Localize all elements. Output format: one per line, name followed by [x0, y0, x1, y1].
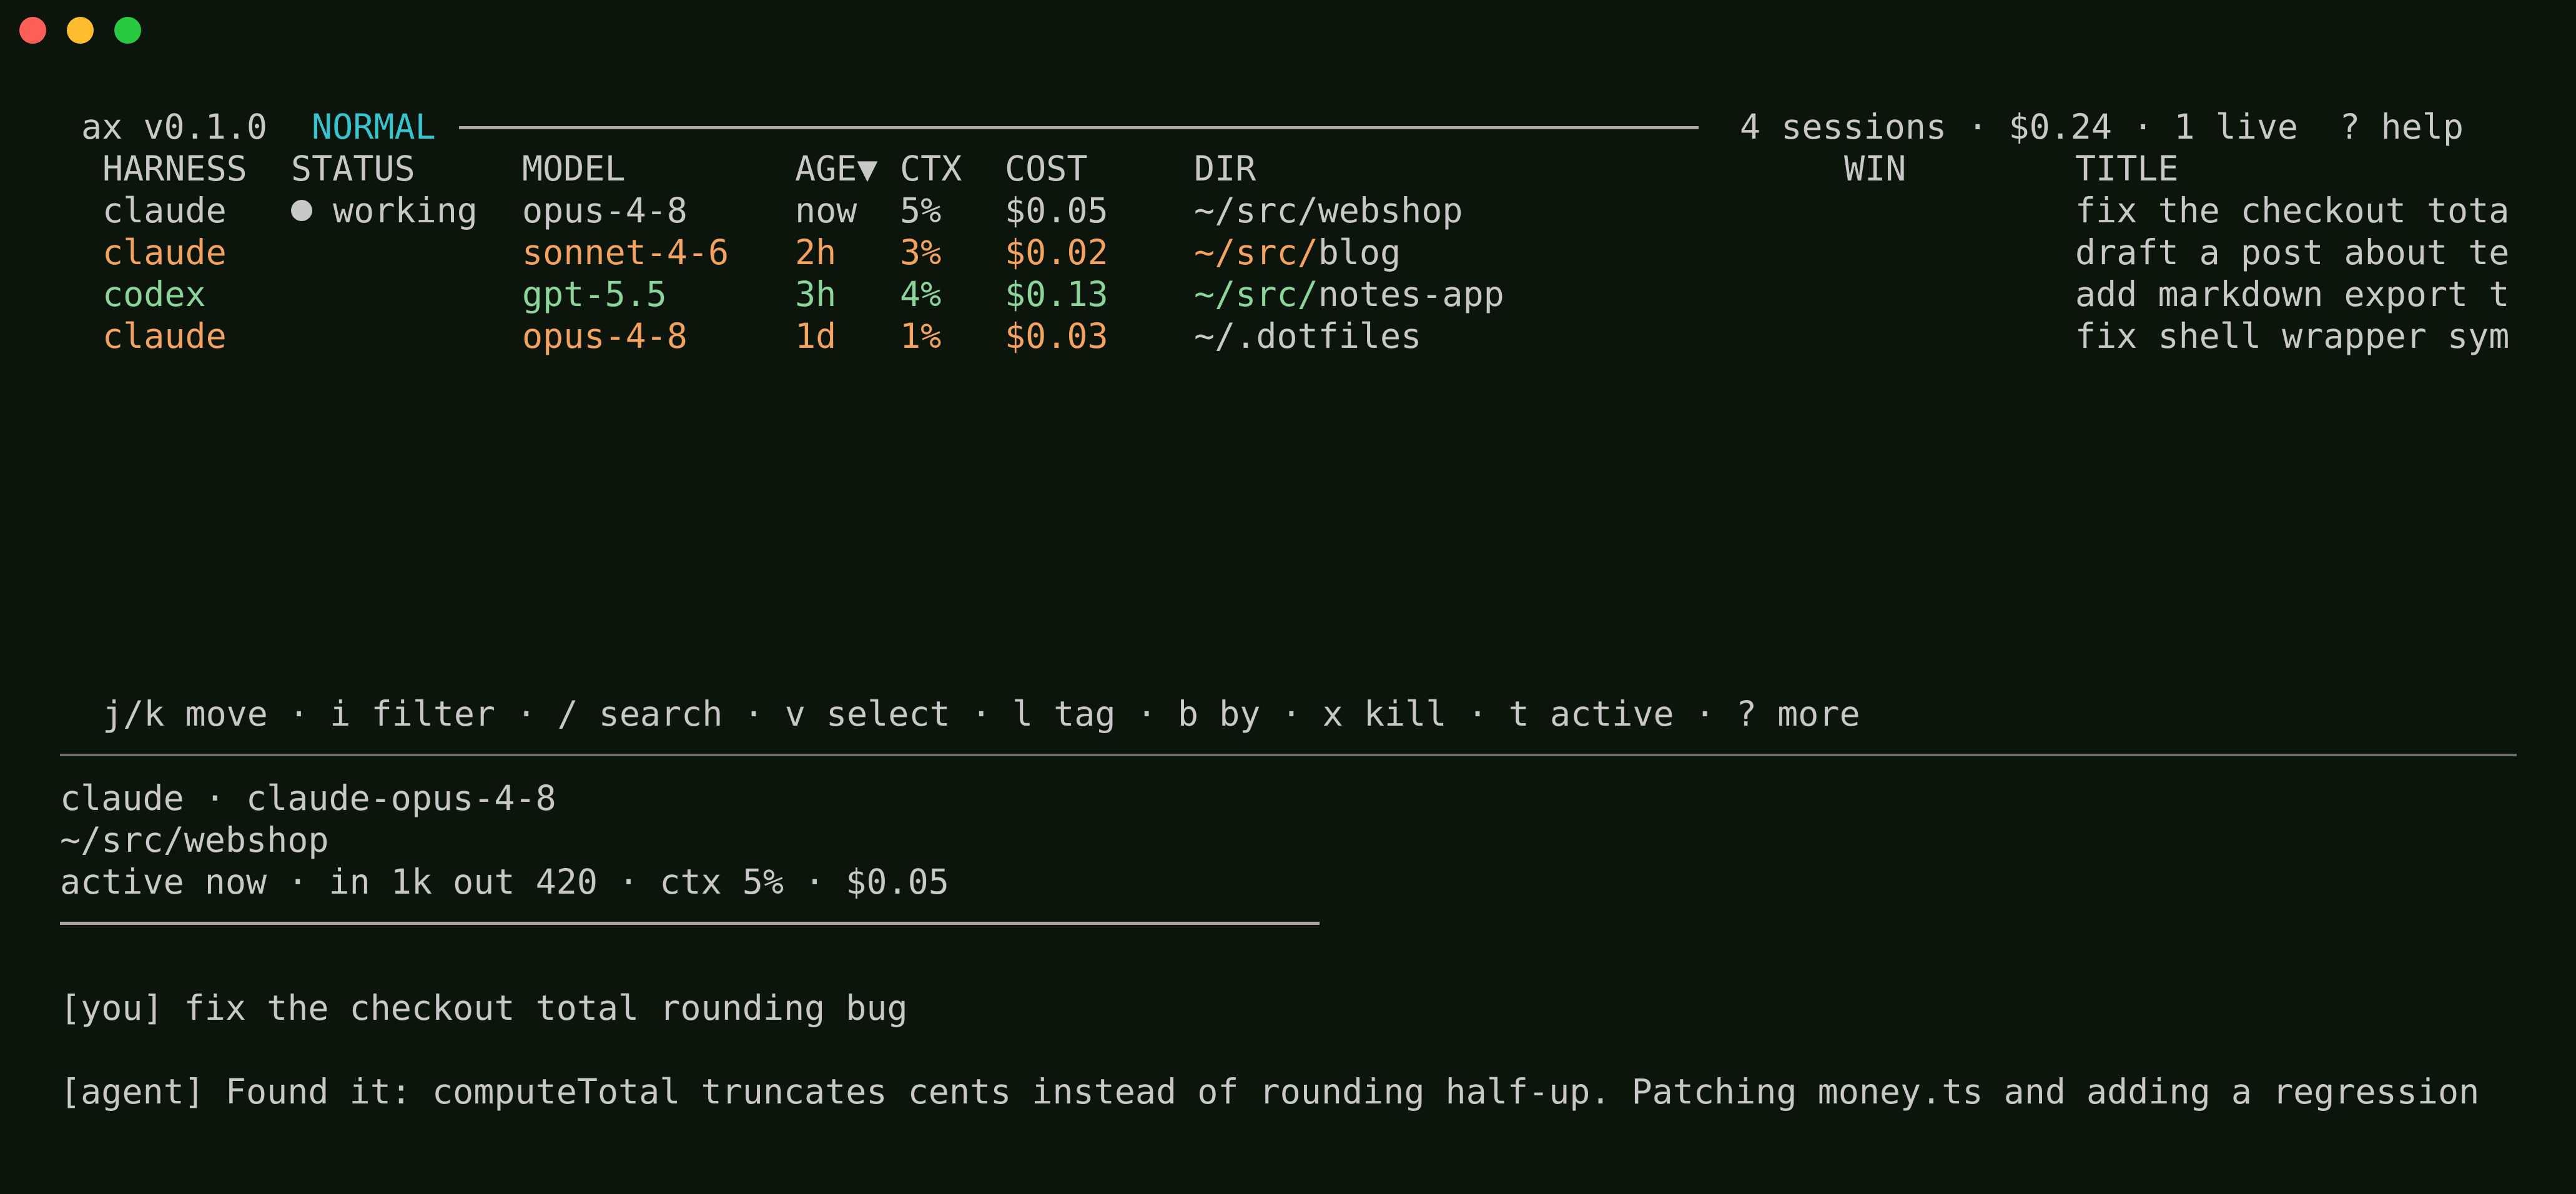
table-row[interactable]: claude sonnet-4-6 2h 3% $0.02 ~/src/blog… [0, 235, 2576, 277]
row-age: 2h [795, 232, 837, 272]
row-dir-prefix: ~/.dotfiles [1194, 316, 1422, 356]
column-win[interactable]: WIN [1844, 152, 1906, 186]
row-age: 1d [795, 316, 837, 356]
row-dir: ~/src/webshop [1194, 194, 1463, 228]
row-cost: $0.13 [1005, 274, 1108, 314]
column-cost[interactable]: COST [1005, 152, 1087, 186]
row-cost: $0.03 [1005, 316, 1108, 356]
row-status: working [291, 194, 478, 228]
close-window-button[interactable] [19, 17, 46, 44]
column-dir[interactable]: DIR [1194, 152, 1256, 186]
row-title: draft a post about te [2075, 232, 2510, 272]
row-dir: ~/.dotfiles [1194, 319, 1421, 353]
table-header: HARNESS STATUS MODEL AGE▼ CTX COST DIR W… [0, 152, 2576, 194]
row-cost: $0.02 [1005, 232, 1108, 272]
transcript-user-message: [you] fix the checkout total rounding bu… [60, 988, 908, 1028]
row-model: gpt-5.5 [522, 274, 667, 314]
mode-indicator: NORMAL [312, 107, 436, 147]
row-harness: claude [102, 316, 227, 356]
row-title: add markdown export t [2075, 274, 2510, 314]
detail-directory: ~/src/webshop [60, 820, 329, 860]
row-ctx: 1% [900, 316, 942, 356]
header-bar: ax v0.1.0 NORMAL 4 sessions · $0.24 · 1 … [0, 110, 2576, 152]
zoom-window-button[interactable] [114, 17, 141, 44]
live-dot-icon [291, 199, 312, 221]
detail-harness-model: claude · claude-opus-4-8 [60, 778, 556, 818]
detail-usage: active now · in 1k out 420 · ctx 5% · $0… [60, 862, 949, 902]
pane-separator [60, 754, 2517, 756]
column-ctx[interactable]: CTX [900, 152, 962, 186]
session-summary: 4 sessions · $0.24 · 1 live ? help [1740, 107, 2464, 147]
row-model: opus-4-8 [522, 190, 688, 230]
column-age[interactable]: AGE▼ [795, 152, 877, 186]
row-harness: claude [102, 190, 227, 230]
row-cost: $0.05 [1005, 190, 1108, 230]
column-harness[interactable]: HARNESS [102, 152, 247, 186]
row-dir-prefix: ~/src/ [1194, 232, 1318, 272]
row-dir-prefix: ~/src/ [1194, 274, 1318, 314]
row-dir-name: blog [1318, 232, 1401, 272]
row-ctx: 5% [900, 190, 942, 230]
row-status-label: working [333, 190, 478, 230]
column-status[interactable]: STATUS [291, 152, 415, 186]
column-title[interactable]: TITLE [2075, 152, 2179, 186]
row-harness: claude [102, 232, 227, 272]
header-rule [459, 126, 1699, 129]
row-title: fix shell wrapper sym [2075, 316, 2510, 356]
row-dir: ~/src/blog [1194, 235, 1401, 270]
row-dir-prefix: ~/src/webshop [1194, 190, 1463, 230]
row-ctx: 3% [900, 232, 942, 272]
row-age: now [795, 190, 857, 230]
minimize-window-button[interactable] [67, 17, 94, 44]
detail-rule [60, 922, 1320, 925]
row-model: opus-4-8 [522, 316, 688, 356]
row-ctx: 4% [900, 274, 942, 314]
row-dir-name: notes-app [1318, 274, 1504, 314]
column-model[interactable]: MODEL [522, 152, 626, 186]
row-title: fix the checkout tota [2075, 190, 2510, 230]
keybinding-hints: j/k move · i filter · / search · v selec… [102, 694, 1860, 734]
table-row[interactable]: claude working opus-4-8 now 5% $0.05 ~/s… [0, 194, 2576, 235]
row-dir: ~/src/notes-app [1194, 277, 1504, 312]
transcript-agent-message: [agent] Found it: computeTotal truncates… [60, 1072, 2480, 1112]
row-harness: codex [102, 274, 206, 314]
row-model: sonnet-4-6 [522, 232, 729, 272]
row-age: 3h [795, 274, 837, 314]
table-row[interactable]: codex gpt-5.5 3h 4% $0.13 ~/src/notes-ap… [0, 277, 2576, 319]
table-row[interactable]: claude opus-4-8 1d 1% $0.03 ~/.dotfiles … [0, 319, 2576, 361]
app-version: ax v0.1.0 [81, 107, 268, 147]
